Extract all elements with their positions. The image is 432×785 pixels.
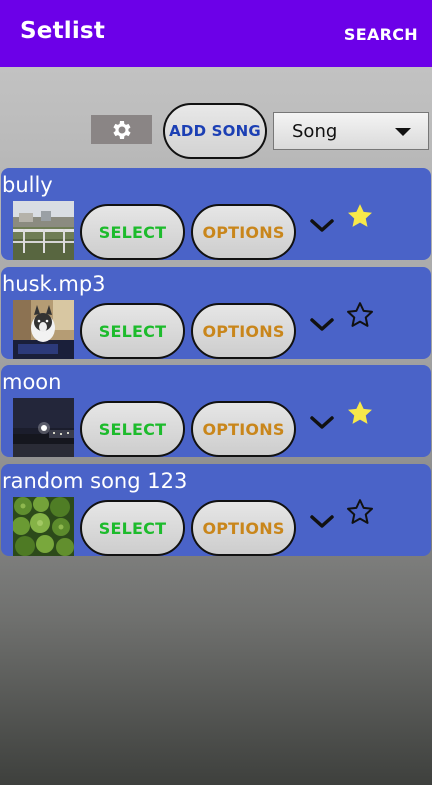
song-thumbnail-broccoli [13,497,74,556]
song-name: moon [2,370,62,394]
chevron-down-icon[interactable] [307,314,337,334]
song-name: husk.mp3 [2,272,106,296]
song-thumbnail-night [13,398,74,457]
song-thumbnail-railing [13,201,74,260]
search-button[interactable]: SEARCH [344,25,418,44]
chevron-down-icon[interactable] [307,511,337,531]
dropdown-arrow-icon [395,128,411,136]
sort-dropdown[interactable]: Song [273,112,429,150]
settings-button[interactable] [91,115,152,144]
chevron-down-icon[interactable] [307,412,337,432]
options-button[interactable]: OPTIONS [191,303,296,359]
song-card: husk.mp3 SELECT OPTIONS [1,267,431,359]
options-button[interactable]: OPTIONS [191,204,296,260]
song-name: bully [2,173,53,197]
song-card: random song 123 SELECT OPTIONS [1,464,431,556]
options-button[interactable]: OPTIONS [191,401,296,457]
star-outline-icon[interactable] [345,497,375,527]
options-button[interactable]: OPTIONS [191,500,296,556]
select-button[interactable]: SELECT [80,401,185,457]
app-title: Setlist [20,18,106,44]
song-name: random song 123 [2,469,188,493]
chevron-down-icon[interactable] [307,215,337,235]
app-bar: Setlist SEARCH [0,0,432,67]
star-filled-icon[interactable] [345,201,375,231]
select-button[interactable]: SELECT [80,204,185,260]
gear-icon [112,120,131,139]
star-outline-icon[interactable] [345,300,375,330]
song-thumbnail-dog [13,300,74,359]
select-button[interactable]: SELECT [80,303,185,359]
sort-dropdown-value: Song [292,121,338,142]
star-filled-icon[interactable] [345,398,375,428]
song-card: bully SELECT OPTIONS [1,168,431,260]
select-button[interactable]: SELECT [80,500,185,556]
song-card: moon SELECT OPTIONS [1,365,431,457]
add-song-button[interactable]: ADD SONG [163,103,267,159]
